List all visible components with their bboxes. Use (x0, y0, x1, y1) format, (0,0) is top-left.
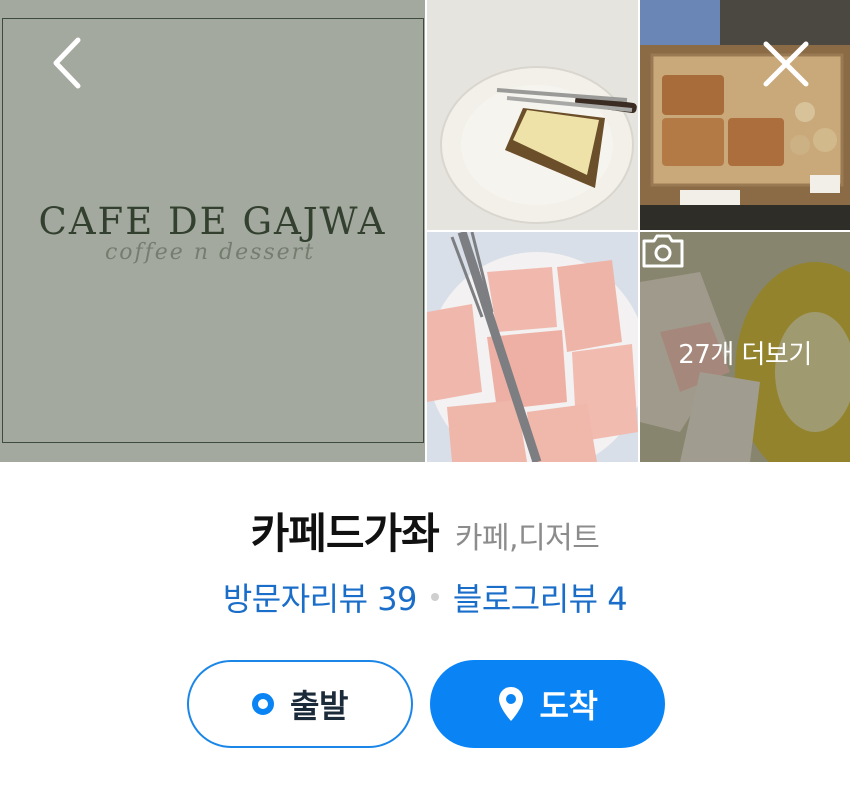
place-category: 카페,디저트 (454, 521, 600, 556)
photo-cheesecake[interactable] (427, 0, 638, 230)
cafe-logo-title: CAFE DE GAJWA (38, 200, 387, 243)
arrive-button[interactable]: 도착 (430, 660, 665, 748)
photo-grid: CAFE DE GAJWA coffee n dessert 27개 더보기 (0, 0, 850, 462)
back-button[interactable] (42, 30, 98, 96)
camera-icon (642, 234, 684, 268)
place-name: 카페드가좌 (250, 509, 440, 558)
close-button[interactable] (756, 34, 816, 94)
separator-dot (430, 593, 439, 601)
depart-label: 출발 (290, 687, 348, 725)
place-title-row: 카페드가좌 카페,디저트 (0, 500, 850, 561)
chevron-left-icon (53, 37, 81, 89)
more-photos-label: 27개 더보기 (678, 339, 812, 370)
location-pin-icon (498, 687, 523, 721)
arrive-label: 도착 (539, 687, 598, 725)
visitor-review-link[interactable]: 방문자리뷰 39 (223, 574, 418, 620)
blog-review-link[interactable]: 블로그리뷰 4 (453, 574, 628, 620)
depart-button[interactable]: 출발 (187, 660, 413, 748)
photo-peach-plate[interactable] (427, 232, 638, 462)
close-icon (763, 41, 809, 87)
review-row: 방문자리뷰 39 블로그리뷰 4 (0, 574, 850, 620)
photo-bakery-display[interactable] (640, 0, 850, 230)
origin-dot-icon (252, 693, 275, 715)
more-photos-overlay[interactable]: 27개 더보기 (640, 232, 850, 462)
cafe-logo-subtitle: coffee n dessert (104, 240, 316, 265)
photo-more-button[interactable]: 27개 더보기 (640, 232, 850, 462)
